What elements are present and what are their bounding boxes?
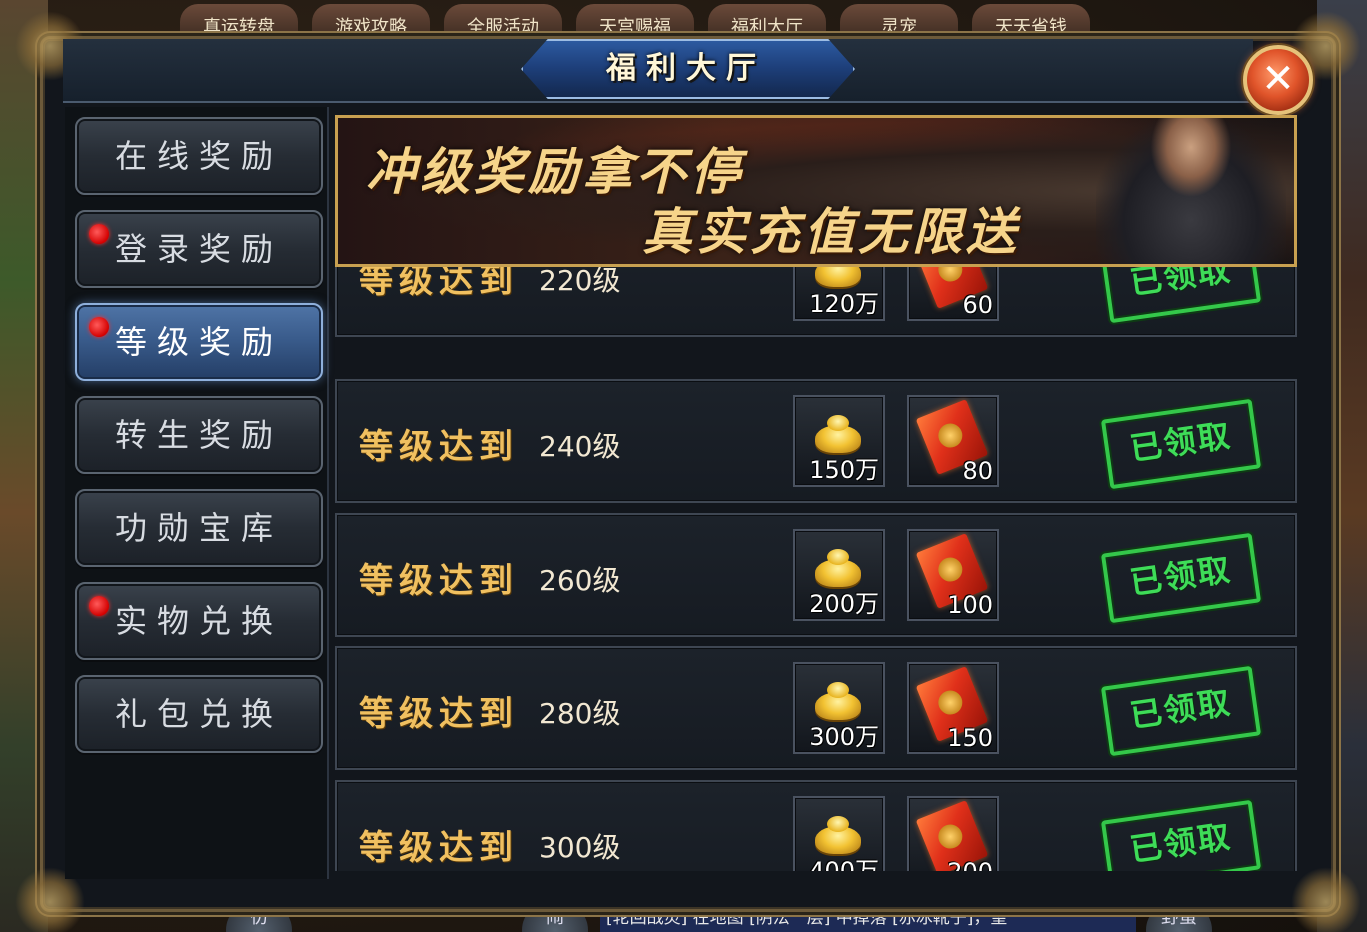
gold-slot[interactable]: 400万: [793, 796, 885, 871]
gold-slot[interactable]: 300万: [793, 662, 885, 754]
sidebar-item-label: 礼包兑换: [114, 695, 283, 733]
close-icon: ✕: [1261, 56, 1295, 102]
reward-level: 240级: [539, 430, 621, 463]
sidebar-item-rebirth-reward[interactable]: 转生奖励: [75, 396, 323, 474]
reward-level: 260级: [539, 564, 621, 597]
red-envelope-slot[interactable]: 150: [907, 662, 999, 754]
top-icon-0[interactable]: 真运转盘: [180, 4, 298, 40]
reward-row: 等级达到 280级 300万 150 已领取: [335, 646, 1297, 770]
close-button[interactable]: ✕: [1243, 45, 1313, 115]
sidebar-item-label: 功勋宝库: [114, 509, 283, 547]
envelope-amount: 150: [947, 724, 993, 752]
gold-amount: 400万: [809, 857, 879, 871]
envelope-amount: 200: [947, 858, 993, 871]
gold-amount: 150万: [809, 456, 879, 484]
red-envelope-slot[interactable]: 200: [907, 796, 999, 871]
top-icon-4[interactable]: 福利大厅: [708, 4, 826, 40]
top-icon-6[interactable]: 天天省钱: [972, 4, 1090, 40]
gold-ingot-icon: [815, 549, 861, 587]
gold-amount: 120万: [809, 290, 879, 318]
claimed-stamp[interactable]: 已领取: [1100, 665, 1262, 757]
gold-ingot-icon: [815, 415, 861, 453]
reward-condition: 等级达到: [359, 427, 519, 467]
sidebar-item-login-reward[interactable]: 登录奖励: [75, 210, 323, 288]
sidebar: 在线奖励 登录奖励 等级奖励 转生奖励 功勋宝库 实物兑换 礼包兑换: [65, 107, 329, 879]
claimed-stamp[interactable]: 已领取: [1100, 398, 1262, 490]
ornament-corner: [1291, 867, 1361, 932]
top-icon-5[interactable]: 灵宠: [840, 4, 958, 40]
notification-dot: [89, 317, 109, 337]
hero-portrait-image: [1096, 118, 1286, 264]
envelope-amount: 80: [962, 457, 993, 485]
sidebar-item-online-reward[interactable]: 在线奖励: [75, 117, 323, 195]
promo-banner: 冲级奖励拿不停 真实充值无限送: [335, 115, 1297, 267]
claimed-stamp[interactable]: 已领取: [1100, 532, 1262, 624]
reward-condition: 等级达到: [359, 694, 519, 734]
game-scene: 真运转盘 游戏攻略 全服活动 天宫赐福 福利大厅 灵宠 天天省钱 彷 闹 野蛮 …: [0, 0, 1367, 932]
reward-row: 等级达到 260级 200万 100 已领取: [335, 513, 1297, 637]
gold-amount: 300万: [809, 723, 879, 751]
reward-level: 280级: [539, 697, 621, 730]
reward-condition: 等级达到: [359, 561, 519, 601]
reward-list-area[interactable]: 冲级奖励拿不停 真实充值无限送 等级达到 220级 120万 60 已领取 等级…: [335, 115, 1297, 871]
red-envelope-slot[interactable]: 100: [907, 529, 999, 621]
welfare-hall-panel: 福利大厅 ✕ 在线奖励 登录奖励 等级奖励 转生奖励 功勋宝库 实物兑换 礼包兑…: [15, 11, 1361, 932]
sidebar-item-label: 转生奖励: [114, 416, 283, 454]
notification-dot: [89, 224, 109, 244]
gold-slot[interactable]: 200万: [793, 529, 885, 621]
top-function-bar: 真运转盘 游戏攻略 全服活动 天宫赐福 福利大厅 灵宠 天天省钱: [150, 0, 1320, 40]
reward-level: 300级: [539, 831, 621, 864]
sidebar-item-label: 等级奖励: [114, 323, 283, 361]
gold-ingot-icon: [815, 816, 861, 854]
notification-dot: [89, 596, 109, 616]
envelope-amount: 60: [962, 291, 993, 319]
sidebar-item-label: 在线奖励: [114, 137, 283, 175]
gold-amount: 200万: [809, 590, 879, 618]
reward-row: 等级达到 300级 400万 200 已领取: [335, 780, 1297, 871]
window-title: 福利大厅: [606, 51, 766, 86]
gold-ingot-icon: [815, 682, 861, 720]
top-icon-2[interactable]: 全服活动: [444, 4, 562, 40]
sidebar-item-level-reward[interactable]: 等级奖励: [75, 303, 323, 381]
claimed-stamp[interactable]: 已领取: [1100, 799, 1262, 871]
sidebar-item-label: 登录奖励: [114, 230, 283, 268]
reward-condition: 等级达到: [359, 828, 519, 868]
gold-slot[interactable]: 150万: [793, 395, 885, 487]
top-icon-1[interactable]: 游戏攻略: [312, 4, 430, 40]
red-envelope-slot[interactable]: 80: [907, 395, 999, 487]
envelope-amount: 100: [947, 591, 993, 619]
reward-row: 等级达到 240级 150万 80 已领取: [335, 379, 1297, 503]
top-icon-3[interactable]: 天宫赐福: [576, 4, 694, 40]
sidebar-item-gift-code[interactable]: 礼包兑换: [75, 675, 323, 753]
sidebar-item-physical-exchange[interactable]: 实物兑换: [75, 582, 323, 660]
banner-subheadline: 真实充值无限送: [642, 202, 1020, 261]
sidebar-item-label: 实物兑换: [114, 602, 283, 640]
sidebar-item-merit-vault[interactable]: 功勋宝库: [75, 489, 323, 567]
